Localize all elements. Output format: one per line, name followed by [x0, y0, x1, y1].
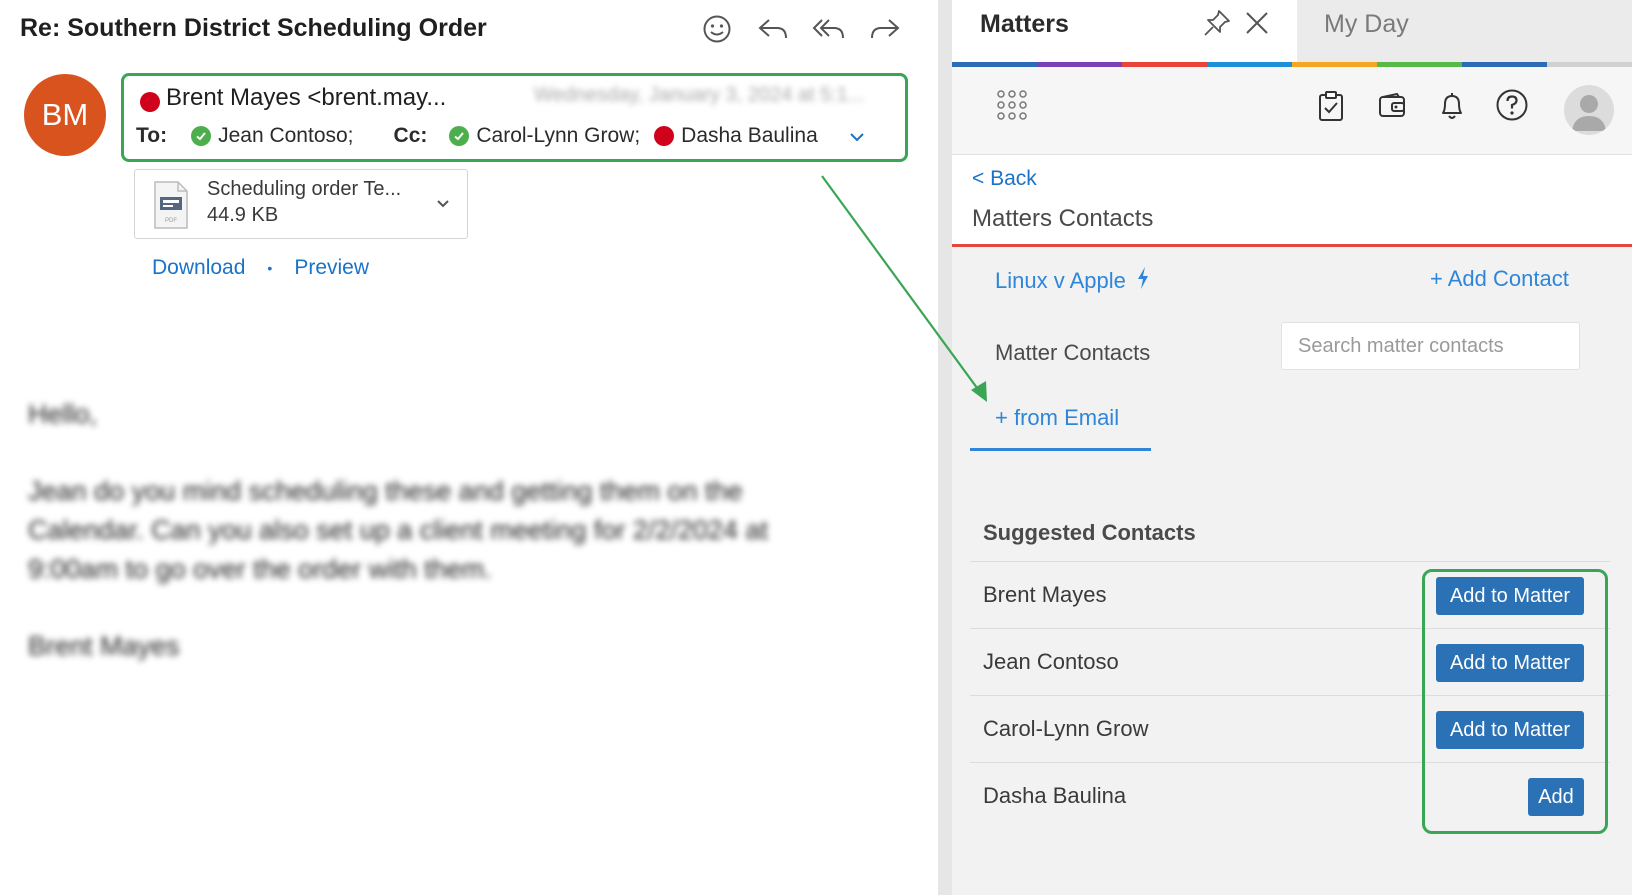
from-email-tab[interactable]: + from Email	[995, 405, 1119, 431]
contact-name: Jean Contoso	[983, 649, 1119, 674]
cc-label: Cc:	[393, 124, 428, 147]
sent-date: Wednesday, January 3, 2024 at 5:1...	[534, 84, 865, 106]
chevron-down-icon[interactable]	[435, 196, 451, 212]
matter-contacts-label: Matter Contacts	[995, 340, 1151, 365]
list-item: Carol-Lynn Grow Add to Matter	[970, 695, 1610, 762]
recipient-dasha[interactable]: Dasha Baulina	[681, 124, 818, 148]
email-header-highlight: Brent Mayes <brent.may... Wednesday, Jan…	[121, 73, 908, 162]
tab-my-day[interactable]: My Day	[1324, 10, 1409, 39]
user-avatar-icon[interactable]	[1564, 85, 1614, 135]
svg-text:PDF: PDF	[165, 218, 177, 224]
back-link[interactable]: < Back	[972, 167, 1037, 191]
contact-name: Dasha Baulina	[983, 783, 1127, 808]
tab-matters[interactable]: Matters	[952, 0, 1297, 62]
pane-divider[interactable]	[938, 0, 952, 895]
attachment-actions: Download • Preview	[152, 256, 369, 280]
breadcrumb-header: < Back Matters Contacts	[952, 155, 1632, 247]
matters-addin-pane: Matters My Day < Back Matters Contacts L…	[952, 0, 1632, 895]
body-signature: Brent Mayes	[28, 631, 180, 661]
add-contact-link[interactable]: + Add Contact	[1430, 266, 1569, 292]
email-reading-pane: Re: Southern District Scheduling Order B…	[0, 0, 940, 895]
task-clipboard-icon[interactable]	[1314, 89, 1348, 123]
matter-name: Linux v Apple	[995, 268, 1126, 293]
matter-link[interactable]: Linux v Apple	[995, 266, 1150, 296]
available-presence-icon	[449, 126, 470, 146]
suggested-contacts-heading: Suggested Contacts	[983, 520, 1196, 545]
app-launcher-icon[interactable]	[992, 85, 1032, 125]
sender-avatar[interactable]: BM	[24, 74, 106, 156]
add-button[interactable]: Add	[1528, 778, 1584, 816]
pdf-file-icon: PDF	[151, 180, 191, 230]
separator-dot: •	[267, 260, 273, 276]
body-paragraph: Jean do you mind scheduling these and ge…	[28, 476, 768, 584]
pane-tabs: Matters My Day	[952, 0, 1632, 68]
recipients-row: To: Jean Contoso; Cc: Carol-Lynn Grow; D…	[136, 124, 832, 148]
smiley-icon[interactable]	[698, 10, 736, 48]
add-to-matter-button[interactable]: Add to Matter	[1436, 644, 1584, 682]
pin-icon[interactable]	[1202, 8, 1232, 38]
busy-presence-icon	[140, 92, 160, 112]
lightning-icon	[1136, 266, 1150, 296]
suggested-contacts-list: Brent Mayes Add to Matter Jean Contoso A…	[970, 561, 1610, 829]
to-label: To:	[136, 124, 168, 147]
recipient-jean[interactable]: Jean Contoso;	[218, 124, 353, 148]
help-icon[interactable]	[1494, 87, 1530, 123]
forward-icon[interactable]	[866, 10, 904, 48]
attachment-card[interactable]: PDF Scheduling order Te... 44.9 KB	[134, 169, 468, 239]
download-link[interactable]: Download	[152, 256, 245, 280]
wallet-icon[interactable]	[1375, 89, 1409, 123]
reply-icon[interactable]	[754, 10, 792, 48]
tab-matters-label: Matters	[980, 10, 1069, 38]
busy-presence-icon	[654, 126, 675, 146]
email-body: Hello, Jean do you mind scheduling these…	[28, 395, 828, 704]
active-tab-underline	[970, 448, 1151, 451]
list-item: Jean Contoso Add to Matter	[970, 628, 1610, 695]
preview-link[interactable]: Preview	[294, 256, 369, 280]
page-title: Matters Contacts	[972, 205, 1154, 232]
contact-name: Carol-Lynn Grow	[983, 716, 1149, 741]
bell-icon[interactable]	[1435, 89, 1469, 123]
screen: Re: Southern District Scheduling Order B…	[0, 0, 1632, 895]
recipient-carol-lynn[interactable]: Carol-Lynn Grow;	[476, 124, 640, 148]
email-actions	[698, 10, 904, 48]
list-item: Dasha Baulina Add	[970, 762, 1610, 829]
attachment-size: 44.9 KB	[207, 204, 279, 226]
reply-all-icon[interactable]	[810, 10, 848, 48]
search-matter-contacts-input[interactable]	[1281, 322, 1580, 370]
add-to-matter-button[interactable]: Add to Matter	[1436, 577, 1584, 615]
close-icon[interactable]	[1244, 10, 1270, 36]
pane-toolbar	[952, 67, 1632, 155]
contact-name: Brent Mayes	[983, 582, 1107, 607]
email-subject: Re: Southern District Scheduling Order	[20, 14, 487, 42]
available-presence-icon	[191, 126, 212, 146]
chevron-down-icon[interactable]	[846, 126, 868, 148]
list-item: Brent Mayes Add to Matter	[970, 561, 1610, 628]
attachment-name: Scheduling order Te...	[207, 178, 402, 200]
sender-name[interactable]: Brent Mayes <brent.may...	[166, 84, 446, 112]
add-to-matter-button[interactable]: Add to Matter	[1436, 711, 1584, 749]
body-greeting: Hello,	[28, 399, 98, 429]
